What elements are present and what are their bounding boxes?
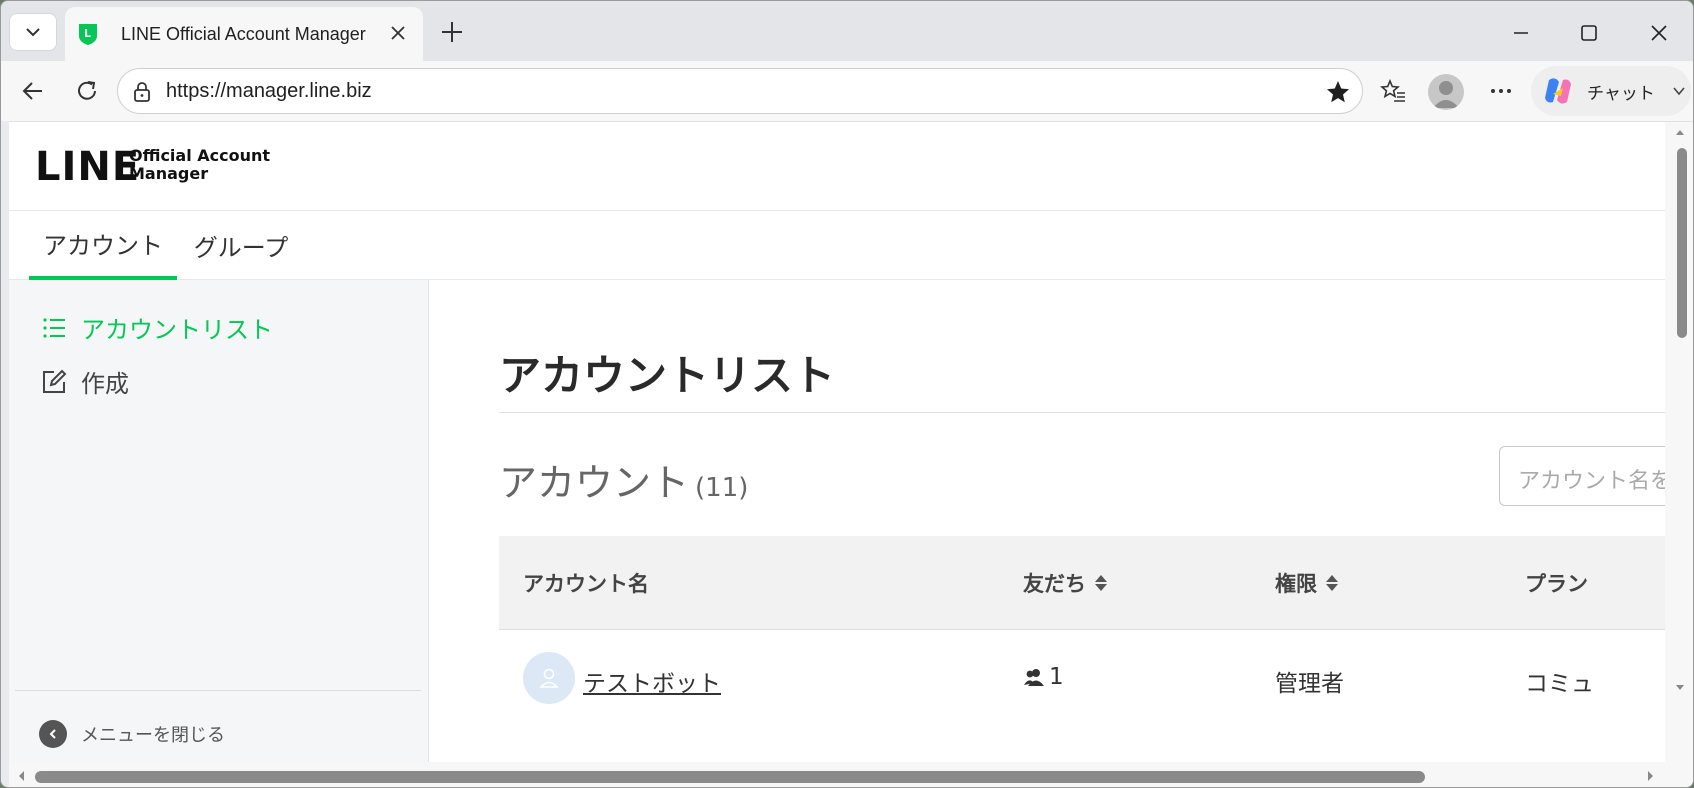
ellipsis-icon	[1491, 89, 1511, 93]
sidebar-item-account-list[interactable]: アカウントリスト	[39, 310, 273, 345]
line-logo[interactable]: LINE	[35, 144, 140, 190]
browser-tab[interactable]: L LINE Official Account Manager	[65, 7, 423, 61]
main-nav: アカウント グループ	[9, 211, 1665, 280]
scroll-up-icon[interactable]	[1665, 122, 1694, 142]
account-count: (11)	[695, 473, 749, 503]
account-search-input[interactable]: アカウント名を	[1499, 446, 1665, 506]
close-menu-button[interactable]: メニューを閉じる	[39, 720, 225, 748]
logo-subtitle-line2: Manager	[129, 164, 209, 183]
close-window-button[interactable]	[1641, 15, 1677, 51]
account-name-link[interactable]: テストボット	[583, 664, 721, 698]
table-row: テストボット 1 管理者 コミュ	[499, 630, 1665, 724]
horizontal-scrollbar[interactable]	[9, 762, 1693, 788]
app-header: LINE Official Account Manager	[9, 122, 1665, 211]
maximize-icon	[1581, 25, 1597, 41]
line-favicon-icon: L	[79, 24, 97, 45]
chevron-left-icon	[39, 720, 67, 748]
vertical-scroll-thumb[interactable]	[1677, 148, 1687, 338]
reload-icon	[78, 81, 96, 100]
role-cell: 管理者	[1275, 671, 1344, 697]
tab-group[interactable]: グループ	[189, 211, 293, 280]
friends-icon	[1024, 669, 1044, 686]
sidebar-item-create[interactable]: 作成	[39, 364, 129, 399]
tab-account[interactable]: アカウント	[29, 211, 177, 280]
sidebar-item-label: アカウントリスト	[81, 316, 273, 344]
account-section-heading: アカウント (11)	[499, 452, 748, 507]
account-section-label: アカウント	[499, 461, 690, 505]
tab-title: LINE Official Account Manager	[121, 23, 366, 44]
title-divider	[499, 412, 1665, 413]
vertical-scrollbar[interactable]	[1665, 122, 1694, 762]
user-silhouette-icon	[1433, 81, 1459, 108]
tab-list-button[interactable]	[9, 13, 57, 51]
chevron-down-icon[interactable]	[1671, 83, 1687, 99]
page-title: アカウントリスト	[499, 351, 836, 400]
edit-icon	[39, 367, 69, 397]
favorite-star-icon[interactable]	[1324, 78, 1352, 106]
close-menu-label: メニューを閉じる	[81, 725, 225, 746]
new-tab-icon[interactable]	[437, 17, 467, 47]
maximize-button[interactable]	[1571, 15, 1607, 51]
scroll-right-icon[interactable]	[1641, 762, 1661, 788]
column-header-label: プラン	[1525, 572, 1588, 596]
sidebar: アカウントリスト 作成 メニューを閉じる	[9, 280, 429, 787]
more-options-button[interactable]	[1485, 75, 1517, 107]
browser-window: L LINE Official Account Manager https://…	[0, 0, 1694, 788]
list-icon	[39, 313, 69, 343]
url-text[interactable]: https://manager.line.biz	[166, 80, 372, 103]
browser-toolbar: https://manager.line.biz チャット	[1, 61, 1693, 121]
favorites-button[interactable]	[1377, 75, 1409, 107]
svg-text:L: L	[84, 27, 91, 40]
sort-icon[interactable]	[1325, 573, 1339, 593]
friends-count: 1	[1049, 664, 1064, 690]
favorites-list-icon	[1380, 78, 1405, 102]
back-arrow-icon	[22, 82, 42, 100]
minimize-button[interactable]	[1503, 15, 1539, 51]
plan-cell: コミュ	[1525, 671, 1594, 697]
profile-avatar[interactable]	[1428, 74, 1464, 110]
address-bar[interactable]: https://manager.line.biz	[117, 68, 1363, 114]
user-placeholder-icon	[539, 668, 559, 688]
scroll-left-icon[interactable]	[11, 762, 31, 788]
scroll-down-icon[interactable]	[1665, 678, 1694, 698]
column-header-friends[interactable]: 友だち	[1023, 568, 1108, 598]
tab-bar: L LINE Official Account Manager	[1, 1, 1693, 61]
lock-icon[interactable]	[130, 80, 154, 104]
reload-button[interactable]	[71, 75, 103, 107]
account-name[interactable]: テストボット	[583, 664, 721, 698]
table-header: アカウント名 友だち 権限 プラン	[499, 536, 1665, 630]
page-viewport: LINE Official Account Manager アカウント グループ…	[9, 121, 1694, 788]
column-header-label: 友だち	[1023, 572, 1086, 596]
column-header-plan: プラン	[1525, 568, 1588, 598]
sidebar-item-label: 作成	[81, 370, 129, 398]
back-button[interactable]	[17, 75, 49, 107]
chevron-down-icon	[26, 28, 40, 37]
logo-subtitle: Official Account Manager	[129, 147, 270, 183]
close-tab-icon[interactable]	[387, 22, 409, 44]
column-header-label: アカウント名	[523, 572, 649, 596]
copilot-logo-icon	[1545, 78, 1571, 104]
copilot-button[interactable]: チャット	[1531, 66, 1691, 116]
friends-count-cell: 1	[1023, 664, 1064, 690]
logo-subtitle-line1: Official Account	[129, 146, 271, 165]
copilot-label: チャット	[1587, 83, 1655, 104]
column-header-label: 権限	[1275, 572, 1317, 596]
sidebar-divider	[15, 690, 421, 691]
sort-icon[interactable]	[1094, 573, 1108, 593]
account-avatar[interactable]	[523, 652, 575, 704]
main-content: アカウントリスト アカウント (11) アカウント名を アカウント名 友だち 権限	[429, 280, 1665, 787]
column-header-account-name: アカウント名	[523, 568, 649, 598]
minimize-icon	[1514, 32, 1528, 34]
horizontal-scroll-thumb[interactable]	[35, 771, 1425, 783]
column-header-role[interactable]: 権限	[1275, 568, 1339, 598]
close-icon	[1651, 25, 1667, 41]
